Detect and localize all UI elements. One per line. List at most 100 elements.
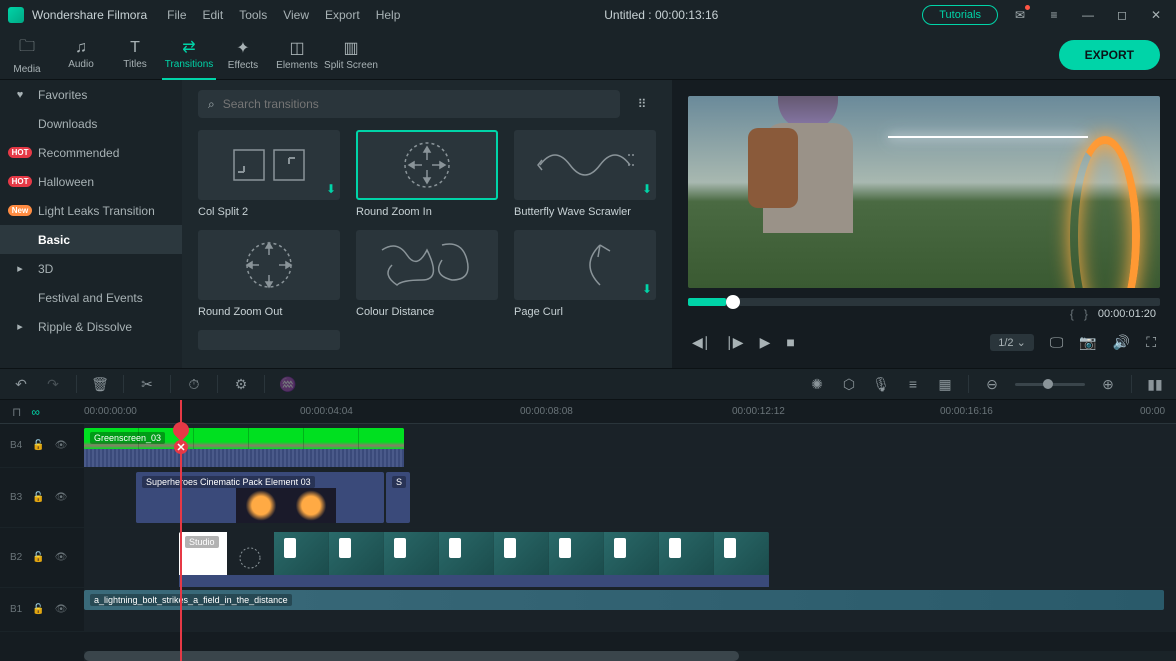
new-badge: New [8, 205, 32, 216]
view-button[interactable]: ▦ [936, 376, 954, 393]
maximize-button[interactable]: ◻ [1110, 3, 1134, 27]
tab-transitions[interactable]: ⇄Transitions [162, 30, 216, 80]
tutorials-button[interactable]: Tutorials [922, 5, 998, 25]
mixer-button[interactable]: ≡ [904, 376, 922, 392]
lock-icon[interactable]: 🔓 [32, 492, 44, 503]
tab-split-screen[interactable]: ▥Split Screen [324, 30, 378, 80]
thumb-round-zoom-out[interactable] [198, 230, 340, 300]
split-button[interactable]: ✂ [138, 376, 156, 393]
close-button[interactable]: ✕ [1144, 3, 1168, 27]
marker-button[interactable]: ⬡ [840, 376, 858, 393]
preview-viewport[interactable] [688, 96, 1160, 288]
zoom-slider[interactable] [1015, 383, 1085, 386]
clip-superheroes[interactable]: Superheroes Cinematic Pack Element 03 [136, 472, 384, 523]
meter-icon[interactable]: ▮▮ [1146, 376, 1164, 393]
timeline-ruler[interactable]: ⊓∞ 00:00:00:00 00:00:04:04 00:00:08:08 0… [0, 400, 1176, 424]
play-button[interactable]: ▶ [760, 334, 771, 351]
download-icon: ⬇ [642, 182, 652, 196]
sidebar-item-favorites[interactable]: ♥Favorites [0, 80, 182, 109]
thumb-more[interactable] [198, 330, 340, 350]
sidebar-item-ripple[interactable]: ▸Ripple & Dissolve [0, 312, 182, 341]
track-label: B4 [10, 440, 22, 451]
next-frame-button[interactable]: ∣▶ [726, 334, 744, 351]
menu-file[interactable]: File [167, 8, 186, 22]
menu-export[interactable]: Export [325, 8, 360, 22]
playhead[interactable] [180, 400, 182, 661]
undo-button[interactable]: ↶ [12, 376, 30, 393]
thumb-col-split-2[interactable]: ⬇ [198, 130, 340, 200]
menu-tools[interactable]: Tools [239, 8, 267, 22]
search-icon: ⌕ [208, 97, 215, 112]
thumb-label: Page Curl [514, 306, 656, 318]
menu-view[interactable]: View [283, 8, 309, 22]
thumb-colour-distance[interactable] [356, 230, 498, 300]
ruler-mark: 00:00:16:16 [940, 406, 993, 417]
sidebar-item-recommended[interactable]: HOTRecommended [0, 138, 182, 167]
lock-icon[interactable]: 🔓 [32, 604, 44, 615]
sidebar-item-basic[interactable]: Basic [0, 225, 182, 254]
thumb-label: Round Zoom Out [198, 306, 340, 318]
menu-edit[interactable]: Edit [203, 8, 224, 22]
prev-frame-button[interactable]: ◀∣ [692, 334, 710, 351]
mail-icon[interactable]: ✉ [1008, 3, 1032, 27]
lock-icon[interactable]: 🔓 [32, 440, 44, 451]
adjust-button[interactable]: ⚙ [232, 376, 250, 393]
search-box[interactable]: ⌕ [198, 90, 620, 118]
clip-superheroes-2[interactable]: S [386, 472, 410, 523]
record-button[interactable]: 🎙 [872, 376, 890, 393]
menu-help[interactable]: Help [376, 8, 401, 22]
track-b1: B1🔓👁 a_lightning_bolt_strikes_a_field_in… [0, 588, 1176, 632]
chevron-right-icon: ▸ [12, 262, 28, 275]
eye-icon[interactable]: 👁 [55, 492, 68, 503]
eye-icon[interactable]: 👁 [55, 552, 68, 563]
export-button[interactable]: EXPORT [1059, 40, 1160, 70]
grid-view-button[interactable]: ⠿ [628, 90, 656, 118]
link-icon[interactable]: ∞ [31, 405, 40, 419]
menu-icon[interactable]: ≡ [1042, 3, 1066, 27]
timeline-scrollbar[interactable] [84, 651, 1176, 661]
audio-button[interactable]: ♒ [279, 376, 297, 393]
thumb-round-zoom-in[interactable] [356, 130, 498, 200]
clip-lightning[interactable]: a_lightning_bolt_strikes_a_field_in_the_… [84, 590, 1164, 610]
mark-in-icon[interactable]: { [1070, 307, 1074, 321]
speed-button[interactable]: ⏱ [185, 376, 203, 393]
tab-titles[interactable]: TTitles [108, 30, 162, 80]
lock-icon[interactable]: 🔓 [32, 552, 44, 563]
eye-icon[interactable]: 👁 [55, 604, 68, 615]
sidebar-item-light-leaks[interactable]: NewLight Leaks Transition [0, 196, 182, 225]
clip-label: a_lightning_bolt_strikes_a_field_in_the_… [90, 594, 292, 606]
search-input[interactable] [223, 97, 610, 111]
quality-icon[interactable]: 🖵 [1050, 334, 1064, 351]
download-icon: ⬇ [642, 282, 652, 296]
snapshot-icon[interactable]: 📷 [1079, 334, 1096, 351]
thumb-butterfly-wave[interactable]: ⬇ [514, 130, 656, 200]
preview-scrubber[interactable] [688, 298, 1160, 306]
stop-button[interactable]: ■ [786, 334, 794, 350]
main-menu: File Edit Tools View Export Help [167, 8, 400, 22]
tab-effects[interactable]: ✦Effects [216, 30, 270, 80]
tab-media[interactable]: 🗀Media [0, 30, 54, 80]
zoom-fraction[interactable]: 1/2 ⌄ [990, 334, 1034, 351]
zoom-out-button[interactable]: ⊖ [983, 376, 1001, 393]
fullscreen-icon[interactable]: ⛶ [1146, 334, 1156, 351]
minimize-button[interactable]: — [1076, 3, 1100, 27]
elements-icon: ◫ [289, 38, 304, 58]
sidebar-item-festival[interactable]: Festival and Events [0, 283, 182, 312]
sidebar-item-halloween[interactable]: HOTHalloween [0, 167, 182, 196]
volume-icon[interactable]: 🔊 [1113, 334, 1130, 351]
magnet-icon[interactable]: ⊓ [12, 405, 21, 419]
sidebar-item-3d[interactable]: ▸3D [0, 254, 182, 283]
thumb-page-curl[interactable]: ⬇ [514, 230, 656, 300]
ruler-mark: 00:00:04:04 [300, 406, 353, 417]
track-label: B3 [10, 492, 22, 503]
tab-audio[interactable]: ♫Audio [54, 30, 108, 80]
eye-icon[interactable]: 👁 [55, 440, 68, 451]
redo-button[interactable]: ↷ [44, 376, 62, 393]
track-b3: B3 🔓 👁 Superheroes Cinematic Pack Element … [0, 468, 1176, 528]
zoom-in-button[interactable]: ⊕ [1099, 376, 1117, 393]
tab-elements[interactable]: ◫Elements [270, 30, 324, 80]
mark-out-icon[interactable]: } [1084, 307, 1088, 321]
sidebar-item-downloads[interactable]: Downloads [0, 109, 182, 138]
delete-button[interactable]: 🗑 [91, 376, 109, 393]
render-button[interactable]: ✺ [808, 376, 826, 393]
